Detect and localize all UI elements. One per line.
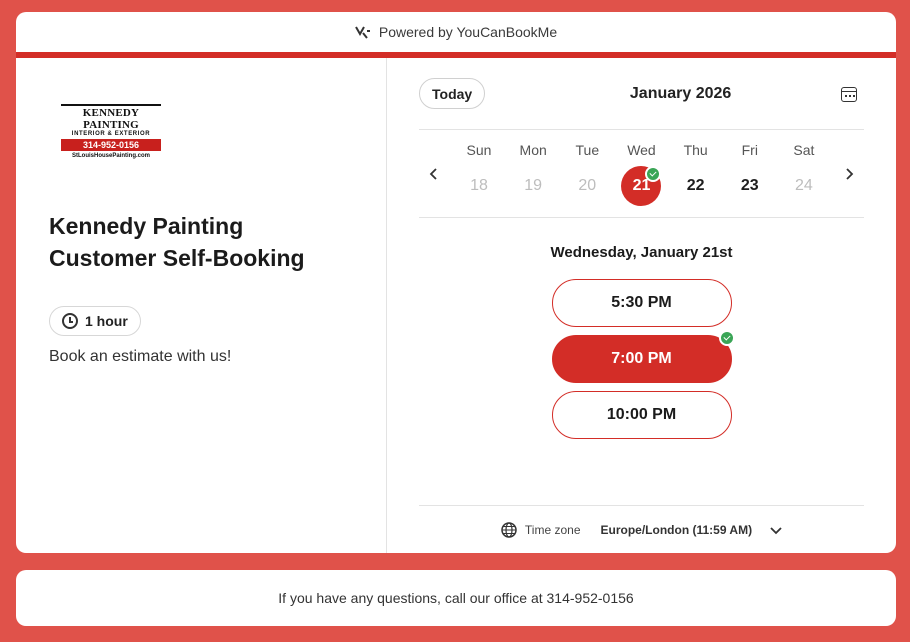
day-number[interactable]: 23	[730, 166, 770, 206]
booking-description: Book an estimate with us!	[49, 348, 232, 365]
time-slot-label: 5:30 PM	[611, 294, 672, 311]
month-label: January 2026	[629, 84, 732, 102]
week-strip: Sun 18 Mon 19 Tue 20 Wed 21 Thu 22 Fri 23 Sat 24	[419, 130, 864, 218]
chevron-down-icon	[770, 526, 782, 534]
checkmark-icon	[718, 330, 735, 346]
footer-banner: If you have any questions, call our offi…	[16, 570, 896, 626]
logo-line-4: StLouisHousePainting.com	[71, 153, 150, 159]
selected-date-heading: Wednesday, January 21st	[550, 244, 733, 261]
youcanbookme-logo-icon	[355, 26, 370, 39]
weekday-label: Sun	[466, 141, 492, 158]
time-slot-button[interactable]: 10:00 PM	[551, 391, 732, 439]
calendar-day-fri[interactable]: Fri 23	[728, 142, 772, 206]
chevron-right-icon	[846, 167, 854, 180]
company-logo: KENNEDY PAINTING INTERIOR & EXTERIOR 314…	[61, 104, 161, 160]
weekday-label: Tue	[575, 141, 600, 158]
timezone-selector[interactable]: Time zone Europe/London (11:59 AM)	[419, 505, 864, 553]
time-slot-label: 10:00 PM	[606, 406, 677, 423]
calendar-day-wed[interactable]: Wed 21	[619, 142, 663, 206]
day-number: 18	[470, 176, 488, 194]
logo-line-2: INTERIOR & EXTERIOR	[71, 131, 151, 137]
time-slot-label: 7:00 PM	[611, 350, 672, 367]
time-slot-button[interactable]: 5:30 PM	[551, 279, 732, 327]
clock-icon	[62, 313, 78, 329]
booking-card: Powered by YouCanBookMe KENNEDY PAINTING…	[16, 12, 896, 553]
today-button[interactable]: Today	[419, 78, 486, 109]
weekday-label: Mon	[519, 141, 547, 158]
timezone-value: Europe/London (11:59 AM)	[600, 522, 753, 537]
time-slot-list: 5:30 PM 7:00 PM 10:00 PM	[419, 279, 864, 439]
timezone-label: Time zone	[524, 522, 581, 537]
powered-by-text: Powered by YouCanBookMe	[378, 24, 558, 40]
logo-line-1: KENNEDY PAINTING	[61, 104, 161, 131]
booking-title: Kennedy Painting Customer Self-Booking	[49, 213, 305, 271]
globe-icon	[501, 521, 517, 538]
weekday-label: Thu	[683, 141, 708, 158]
calendar-day-thu[interactable]: Thu 22	[674, 142, 718, 206]
calendar-day-sat: Sat 24	[782, 142, 826, 206]
weekday-label: Wed	[627, 141, 656, 158]
footer-text: If you have any questions, call our offi…	[278, 590, 634, 606]
weekday-label: Sat	[793, 141, 815, 158]
day-number[interactable]: 22	[676, 166, 716, 206]
duration-label: 1 hour	[85, 313, 128, 329]
day-number: 20	[578, 176, 597, 194]
previous-week-button[interactable]	[419, 159, 449, 189]
chevron-left-icon	[429, 167, 437, 180]
calendar-day-sun: Sun 18	[457, 142, 501, 206]
next-week-button[interactable]	[834, 159, 864, 189]
calendar-day-mon: Mon 19	[511, 142, 555, 206]
day-list: Sun 18 Mon 19 Tue 20 Wed 21 Thu 22 Fri 23 Sat 24	[449, 142, 834, 206]
logo-line-3: 314-952-0156	[61, 139, 161, 151]
calendar-icon[interactable]	[840, 85, 858, 103]
powered-by-bar[interactable]: Powered by YouCanBookMe	[16, 12, 896, 52]
details-panel: KENNEDY PAINTING INTERIOR & EXTERIOR 314…	[16, 58, 387, 553]
calendar-day-tue: Tue 20	[565, 142, 609, 206]
day-number: 19	[524, 176, 543, 194]
calendar-header: Today January 2026	[419, 58, 864, 130]
checkmark-icon	[645, 165, 662, 182]
time-slot-button[interactable]: 7:00 PM	[551, 330, 735, 383]
weekday-label: Fri	[741, 141, 758, 158]
scheduler-panel: Today January 2026 Sun 18 Mon 19 Tue 20 Wed 21 T…	[387, 58, 896, 553]
day-number: 24	[795, 176, 813, 194]
duration-badge: 1 hour	[49, 306, 141, 336]
